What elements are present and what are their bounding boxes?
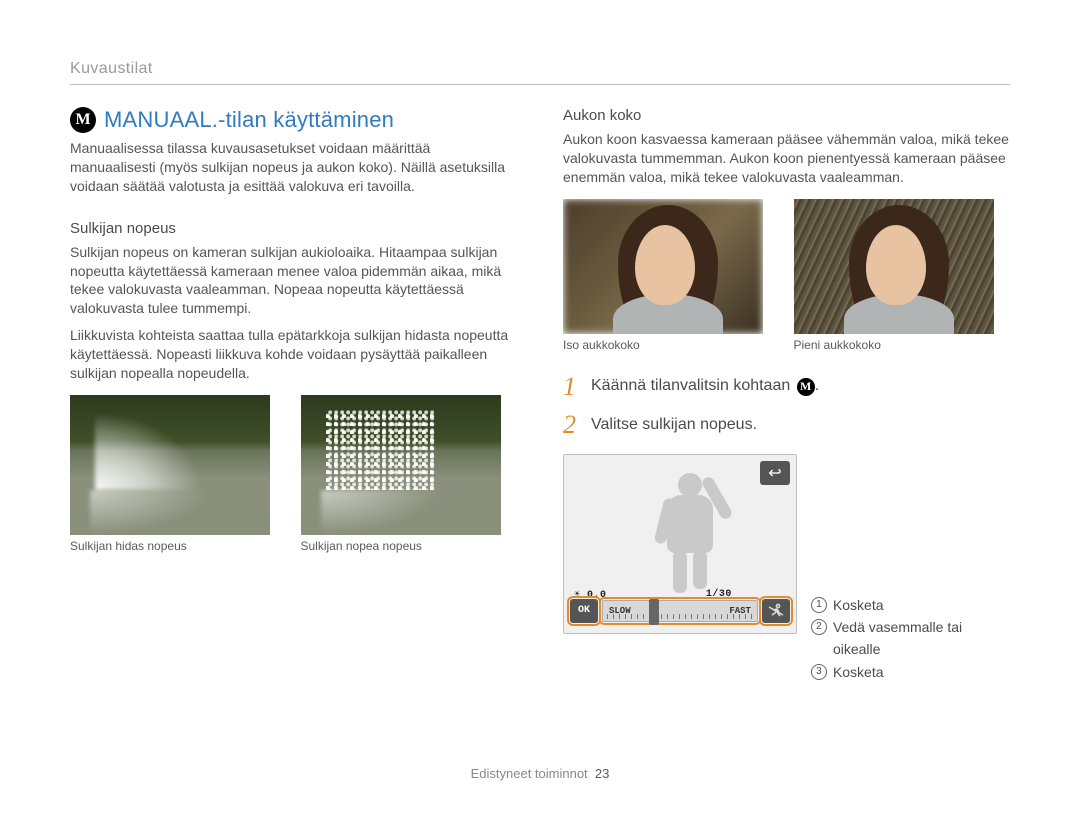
fountain-slow-image [70,395,270,535]
title-row: M MANUAAL.-tilan käyttäminen [70,107,517,133]
slider-handle[interactable] [649,599,659,625]
circled-2-icon: 2 [811,619,827,635]
footer-page-number: 23 [595,766,609,781]
shutter-slow-imgbox: Sulkijan hidas nopeus [70,395,287,553]
aperture-small-imgbox: Pieni aukkokoko [794,199,1011,352]
aperture-p1: Aukon koon kasvaessa kameraan pääsee väh… [563,130,1010,187]
aperture-heading: Aukon koko [563,107,1010,124]
page-title: MANUAAL.-tilan käyttäminen [104,107,394,133]
circled-1-icon: 1 [811,597,827,613]
fountain-fast-image [301,395,501,535]
step-2-number: 2 [563,410,581,440]
back-button[interactable]: ↩ [760,461,790,485]
step-1-text: Käännä tilanvalitsin kohtaan M. [591,377,819,396]
circled-3-icon: 3 [811,664,827,680]
legend-2-text: Vedä vasemmalle tai oikealle [833,616,1010,661]
header-divider [70,84,1010,85]
person-silhouette [654,473,726,591]
speed-slider[interactable]: SLOW FAST [602,600,758,622]
step-1-number: 1 [563,372,581,402]
shutter-fast-imgbox: Sulkijan nopea nopeus [301,395,518,553]
aperture-small-caption: Pieni aukkokoko [794,338,1011,352]
camera-screen: ↩ ☀ 0.0 1/30 OK SLOW [563,454,797,634]
intro-paragraph: Manuaalisessa tilassa kuvausasetukset vo… [70,139,517,196]
slider-ticks [607,614,753,619]
m-mode-icon: M [70,107,96,133]
manual-page: Kuvaustilat M MANUAAL.-tilan käyttäminen… [0,0,1080,815]
right-column: Aukon koko Aukon koon kasvaessa kameraan… [563,107,1010,683]
legend-3: 3 Kosketa [811,661,1010,683]
step-1-end: . [815,377,819,394]
page-footer: Edistyneet toiminnot 23 [0,766,1080,781]
mode-icon-button[interactable] [762,599,790,623]
ok-button[interactable]: OK [570,599,598,623]
back-icon: ↩ [768,463,781,483]
shutter-fast-caption: Sulkijan nopea nopeus [301,539,518,553]
shutter-p2: Liikkuvista kohteista saattaa tulla epät… [70,326,517,383]
portrait-large-aperture [563,199,763,334]
running-person-icon [767,603,785,619]
shutter-image-row: Sulkijan hidas nopeus Sulkijan nopea nop… [70,395,517,553]
legend-3-text: Kosketa [833,661,884,683]
step-1-label: Käännä tilanvalitsin kohtaan [591,377,790,394]
shutter-speed-heading: Sulkijan nopeus [70,220,517,237]
legend-2: 2 Vedä vasemmalle tai oikealle [811,616,1010,661]
step-2-text: Valitse sulkijan nopeus. [591,416,757,434]
portrait-small-aperture [794,199,994,334]
shutter-slow-caption: Sulkijan hidas nopeus [70,539,287,553]
step-1: 1 Käännä tilanvalitsin kohtaan M. [563,372,1010,402]
step-list: 1 Käännä tilanvalitsin kohtaan M. 2 Vali… [563,372,1010,440]
aperture-image-row: Iso aukkokoko Pieni aukkokoko [563,199,1010,352]
aperture-large-imgbox: Iso aukkokoko [563,199,780,352]
step-2: 2 Valitse sulkijan nopeus. [563,410,1010,440]
callout-legend: 1 Kosketa 2 Vedä vasemmalle tai oikealle 3… [811,454,1010,684]
two-columns: M MANUAAL.-tilan käyttäminen Manuaalises… [70,107,1010,683]
page-header: Kuvaustilat [70,60,1010,78]
screen-diagram: ↩ ☀ 0.0 1/30 OK SLOW [563,454,1010,684]
shutter-p1: Sulkijan nopeus on kameran sulkijan auki… [70,243,517,319]
legend-1: 1 Kosketa [811,594,1010,616]
aperture-large-caption: Iso aukkokoko [563,338,780,352]
m-mode-inline-icon: M [797,378,815,396]
legend-1-text: Kosketa [833,594,884,616]
footer-section: Edistyneet toiminnot [471,766,588,781]
slider-row: OK SLOW FAST [570,597,790,625]
left-column: M MANUAAL.-tilan käyttäminen Manuaalises… [70,107,517,683]
